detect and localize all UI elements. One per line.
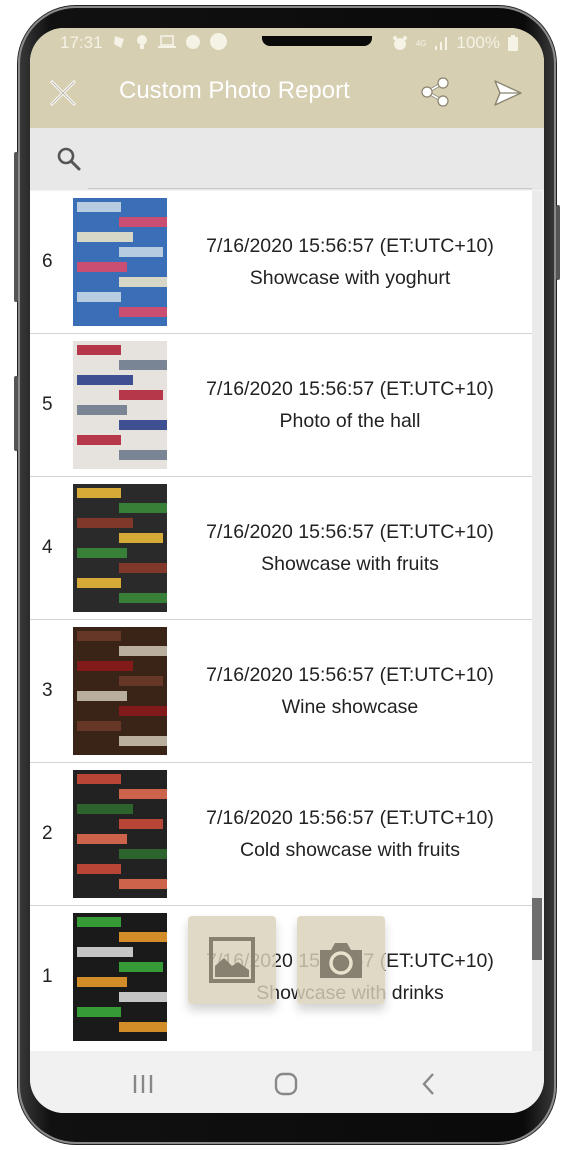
photo-thumbnail[interactable] <box>73 198 167 326</box>
system-nav-bar <box>30 1051 544 1113</box>
search-bar <box>30 128 544 190</box>
notification-icon <box>114 35 124 48</box>
photo-index: 4 <box>42 537 53 558</box>
photo-thumbnail[interactable] <box>73 484 167 612</box>
power-button <box>556 205 560 280</box>
close-icon[interactable] <box>48 78 78 108</box>
photo-caption: Wine showcase <box>281 696 419 718</box>
status-time: 17:31 <box>60 33 103 52</box>
photo-list: 6 7/16/2020 15:56:57 (ET:UTC+10) Showcas… <box>30 191 532 1051</box>
camera-button[interactable] <box>297 916 385 1004</box>
photo-row-1[interactable]: 1 7/16/2020 15:56:57 (ET:UTC+10) Showcas… <box>30 906 532 1048</box>
photo-datetime: 7/16/2020 15:56:57 (ET:UTC+10) <box>206 521 494 543</box>
app-bar: Custom Photo Report <box>30 58 544 128</box>
camera-icon <box>320 943 362 978</box>
photo-index: 5 <box>42 394 53 415</box>
photo-caption: Cold showcase with fruits <box>239 839 460 861</box>
photo-index: 6 <box>42 251 53 272</box>
photo-row-2[interactable]: 2 7/16/2020 15:56:57 (ET:UTC+10) Cold sh… <box>30 763 532 906</box>
message-icon <box>186 34 200 49</box>
phone-icon <box>210 33 227 50</box>
bixby-button <box>14 376 18 451</box>
photo-index: 3 <box>42 680 53 701</box>
photo-row-6[interactable]: 6 7/16/2020 15:56:57 (ET:UTC+10) Showcas… <box>30 191 532 334</box>
photo-index: 1 <box>42 966 53 987</box>
battery-icon <box>508 35 518 51</box>
battery-level: 100% <box>456 33 500 52</box>
scrollbar-thumb[interactable] <box>532 898 542 960</box>
photo-thumbnail[interactable] <box>73 341 167 469</box>
photo-caption: Photo of the hall <box>279 410 421 432</box>
image-icon <box>209 937 255 983</box>
share-icon[interactable] <box>418 75 452 109</box>
volume-button <box>14 152 18 302</box>
bulb-icon <box>137 34 147 49</box>
gallery-button[interactable] <box>188 916 276 1004</box>
alarm-icon <box>392 36 407 50</box>
network-4g-icon: 4G <box>415 38 427 48</box>
photo-row-5[interactable]: 5 7/16/2020 15:56:57 (ET:UTC+10) Photo o… <box>30 334 532 477</box>
photo-thumbnail[interactable] <box>73 913 167 1041</box>
laptop-icon <box>158 34 176 48</box>
photo-row-3[interactable]: 3 7/16/2020 15:56:57 (ET:UTC+10) Wine sh… <box>30 620 532 763</box>
search-input[interactable] <box>92 140 526 178</box>
photo-datetime: 7/16/2020 15:56:57 (ET:UTC+10) <box>206 235 494 257</box>
back-icon[interactable] <box>414 1071 444 1097</box>
home-icon[interactable] <box>271 1071 301 1097</box>
photo-index: 2 <box>42 823 53 844</box>
photo-thumbnail[interactable] <box>73 770 167 898</box>
photo-row-4[interactable]: 4 7/16/2020 15:56:57 (ET:UTC+10) Showcas… <box>30 477 532 620</box>
screen: 17:31 4G 100% Custom Photo Report 6 7/16… <box>30 28 544 1113</box>
photo-datetime: 7/16/2020 15:56:57 (ET:UTC+10) <box>206 378 494 400</box>
photo-thumbnail[interactable] <box>73 627 167 755</box>
photo-caption: Showcase with yoghurt <box>249 267 451 289</box>
camera-notch <box>262 36 372 46</box>
search-underline <box>88 188 532 189</box>
photo-caption: Showcase with fruits <box>261 553 439 575</box>
send-icon[interactable] <box>492 78 524 108</box>
search-icon <box>57 147 81 171</box>
photo-datetime: 7/16/2020 15:56:57 (ET:UTC+10) <box>206 664 494 686</box>
page-title: Custom Photo Report <box>119 77 350 104</box>
signal-icon <box>434 37 447 50</box>
recent-apps-icon[interactable] <box>128 1071 158 1097</box>
photo-datetime: 7/16/2020 15:56:57 (ET:UTC+10) <box>206 807 494 829</box>
